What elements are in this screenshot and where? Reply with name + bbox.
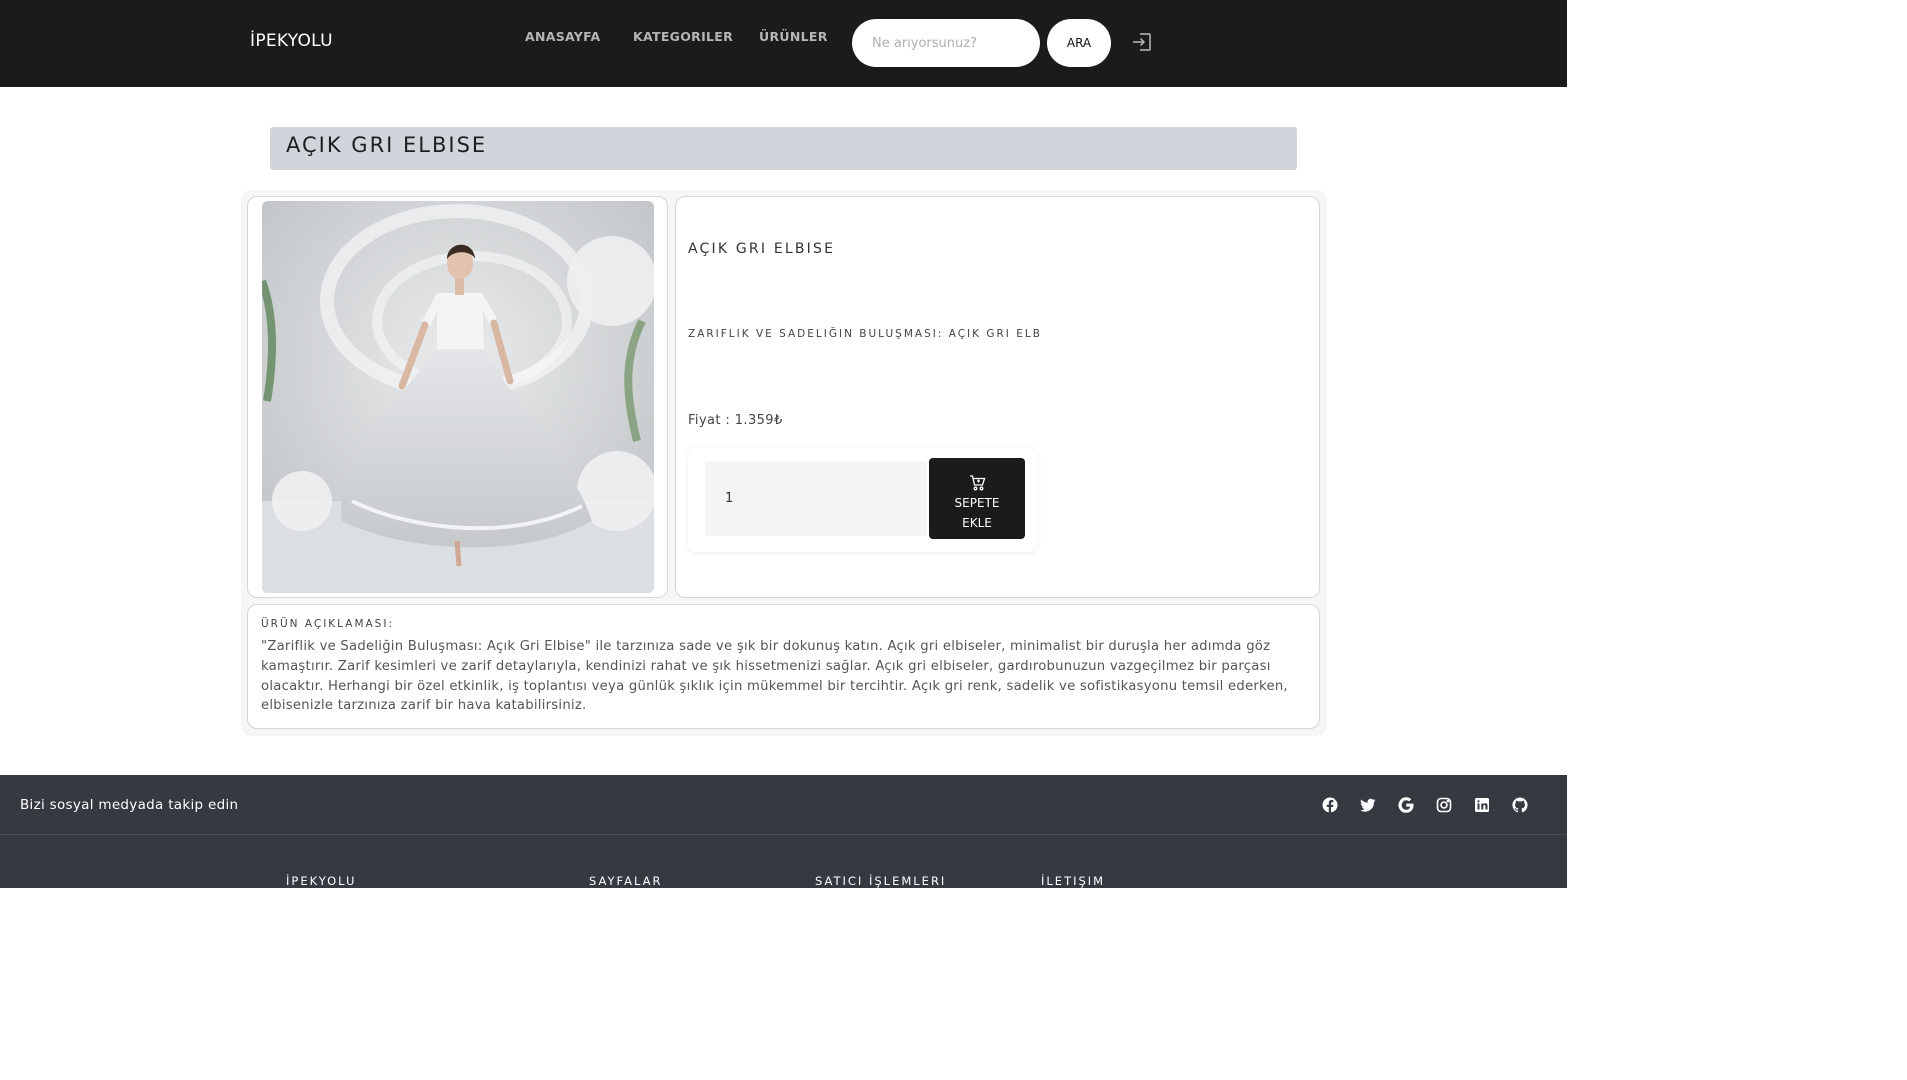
footer-col-iletisim: İLETIŞIM: [1041, 874, 1106, 888]
search-input[interactable]: [852, 19, 1040, 67]
page-title: AÇIK GRI ELBISE: [286, 133, 488, 157]
add-to-cart-label-1: SEPETE: [954, 495, 1000, 510]
linkedin-icon[interactable]: [1474, 797, 1490, 813]
footer-social-bar: Bizi sosyal medyada takip edin: [0, 775, 1567, 835]
add-to-cart-label-2: EKLE: [962, 515, 992, 530]
footer: Bizi sosyal medyada takip edin İPEKYOLU …: [0, 775, 1567, 888]
description-text: "Zariflik ve Sadeliğin Buluşması: Açık G…: [261, 639, 1288, 714]
footer-col-satici-islemleri: SATICI İŞLEMLERI: [815, 874, 947, 888]
product-image: [262, 201, 654, 593]
quantity-input[interactable]: [705, 461, 927, 536]
product-price: Fiyat : 1.359₺: [688, 413, 783, 428]
github-icon[interactable]: [1512, 797, 1528, 813]
add-to-cart-button[interactable]: SEPETE EKLE: [929, 458, 1025, 539]
shopping-cart-icon: [969, 474, 985, 490]
page-title-bar: AÇIK GRI ELBISE: [270, 127, 1297, 170]
google-icon[interactable]: [1398, 797, 1414, 813]
footer-col-ipekyolu: İPEKYOLU: [286, 874, 357, 888]
product-subtitle: ZARIFLIK VE SADELIĞIN BULUŞMASI: AÇIK GR…: [688, 328, 1042, 340]
navbar: İPEKYOLU ANASAYFA KATEGORILER ÜRÜNLER AR…: [0, 0, 1567, 87]
product-title: AÇIK GRI ELBISE: [688, 241, 836, 257]
nav-link-anasayfa[interactable]: ANASAYFA: [525, 29, 601, 44]
sign-in-icon[interactable]: [1131, 31, 1153, 53]
nav-link-urunler[interactable]: ÜRÜNLER: [759, 29, 828, 44]
nav-link-kategoriler[interactable]: KATEGORILER: [633, 29, 733, 44]
dress-illustration: [262, 201, 654, 593]
brand-logo[interactable]: İPEKYOLU: [250, 31, 333, 51]
instagram-icon[interactable]: [1436, 797, 1452, 813]
search-button[interactable]: ARA: [1047, 19, 1111, 67]
description-label: ÜRÜN AÇIKLAMASI:: [261, 618, 394, 630]
follow-text: Bizi sosyal medyada takip edin: [20, 797, 239, 813]
footer-col-sayfalar: SAYFALAR: [589, 874, 663, 888]
facebook-icon[interactable]: [1322, 797, 1338, 813]
twitter-icon[interactable]: [1360, 797, 1376, 813]
